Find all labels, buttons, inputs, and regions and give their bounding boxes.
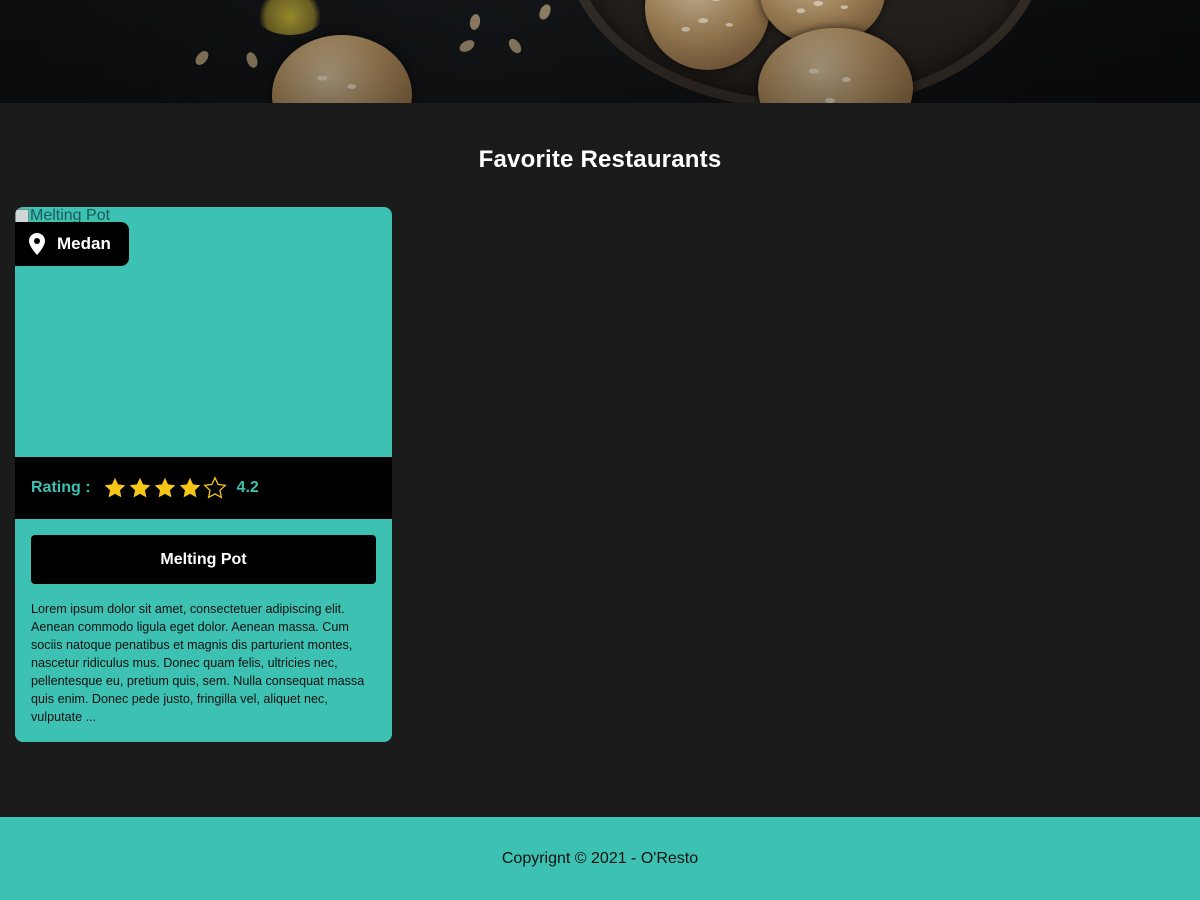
star-outline-icon (202, 476, 227, 499)
restaurant-name-button[interactable]: Melting Pot (31, 535, 376, 584)
city-badge: Medan (15, 222, 129, 266)
rating-label: Rating : (31, 479, 91, 496)
rating-value: 4.2 (236, 479, 259, 496)
broken-image-icon (15, 209, 29, 223)
city-name: Medan (57, 234, 111, 253)
hero-banner (0, 0, 1200, 103)
hero-overlay (0, 0, 1200, 103)
restaurant-image: Melting Pot Medan (15, 207, 392, 457)
star-filled-icon (179, 477, 200, 498)
restaurant-description: Lorem ipsum dolor sit amet, consectetuer… (31, 602, 365, 724)
star-filled-icon (129, 477, 150, 498)
page-title: Favorite Restaurants (478, 146, 722, 173)
star-filled-icon (104, 477, 125, 498)
restaurant-card[interactable]: Melting Pot Medan Rating : 4.2 Melting P… (15, 207, 392, 742)
footer: Copyrignt © 2021 - O'Resto (0, 817, 1200, 900)
star-filled-icon (154, 477, 175, 498)
copyright-text: Copyrignt © 2021 - O'Resto (501, 849, 699, 867)
star-rating (103, 476, 227, 500)
location-pin-icon (29, 233, 45, 255)
rating-bar: Rating : 4.2 (15, 457, 392, 519)
